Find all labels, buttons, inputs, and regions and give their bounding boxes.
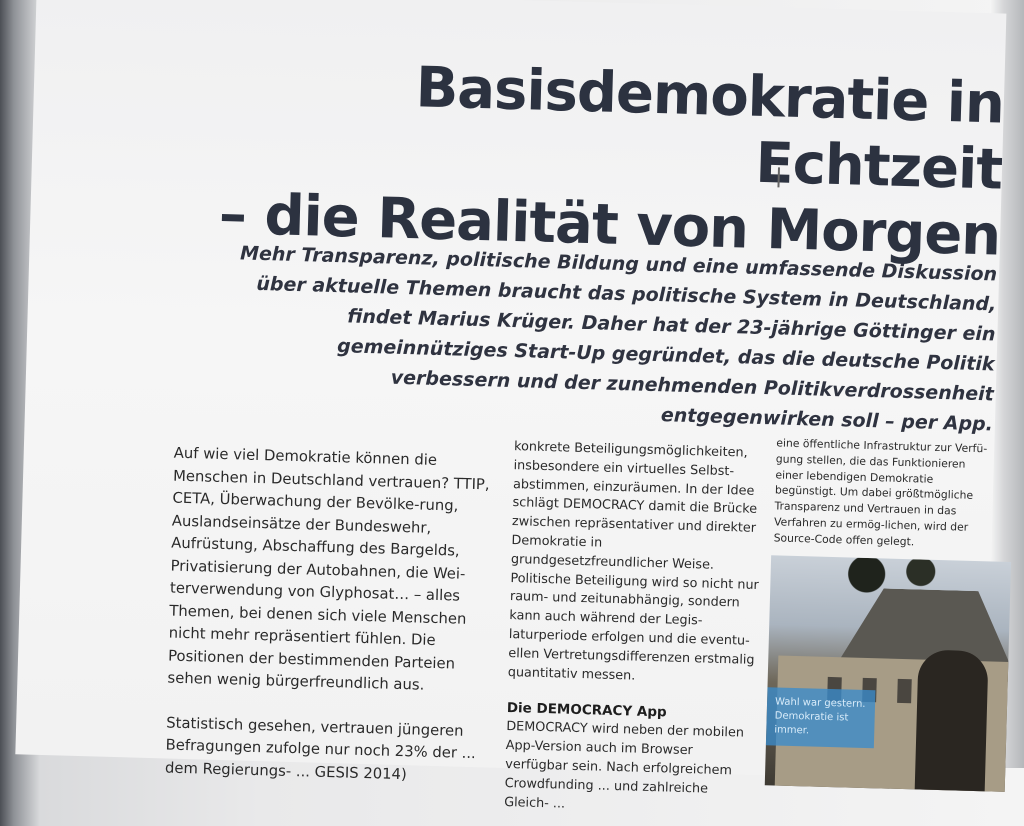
headline-line-1: Basisdemokratie in Echtzeit: [414, 55, 1005, 203]
photo-caption: Wahl war gestern. Demokratie ist immer.: [765, 687, 876, 749]
article-photo: Wahl war gestern. Demokratie ist immer.: [764, 555, 1012, 792]
body-paragraph: Auf wie viel Demokratie können die Mensc…: [167, 444, 490, 694]
body-paragraph: eine öffentliche Infrastruktur zur Verfü…: [773, 436, 988, 549]
person-silhouette: [914, 649, 989, 792]
magazine-page: Basisdemokratie in Echtzeit – die Realit…: [15, 0, 1012, 811]
body-paragraph: Statistisch gesehen, vertrauen jüngeren …: [164, 713, 477, 783]
article-lead: Mehr Transparenz, politische Bildung und…: [239, 242, 998, 436]
body-column-3: eine öffentliche Infrastruktur zur Verfü…: [773, 435, 996, 552]
body-column-1: Auf wie viel Demokratie können die Mensc…: [165, 443, 492, 789]
body-paragraph: DEMOCRACY wird neben der mobilen App-Ver…: [503, 719, 745, 812]
building-window: [897, 678, 912, 704]
body-column-2: konkrete Beteiligungsmöglichkeiten, insb…: [504, 438, 764, 819]
body-paragraph: konkrete Beteiligungsmöglichkeiten, insb…: [507, 439, 760, 684]
article-headline: Basisdemokratie in Echtzeit – die Realit…: [150, 48, 1005, 270]
